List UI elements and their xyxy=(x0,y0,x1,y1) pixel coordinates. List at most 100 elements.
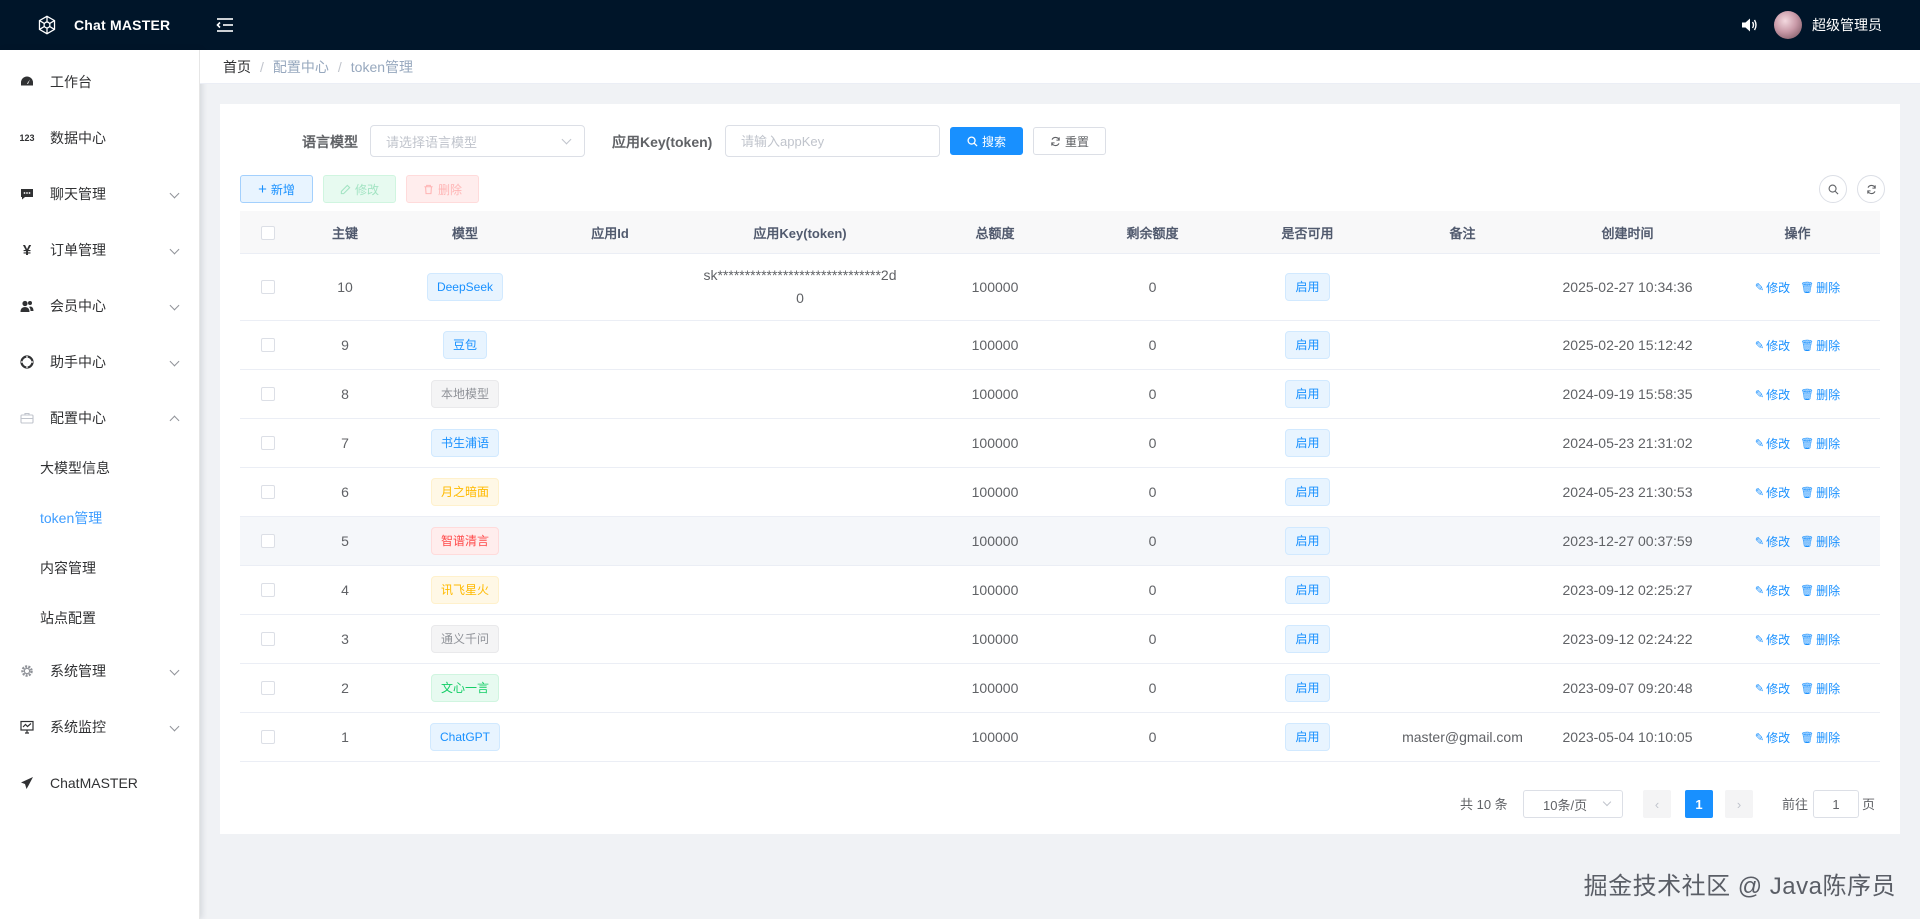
row-delete-link[interactable]: 🗑 删除 xyxy=(1800,631,1840,648)
cell-created: 2025-02-27 10:34:36 xyxy=(1562,279,1693,295)
row-delete-link[interactable]: 🗑 删除 xyxy=(1800,337,1840,354)
row-edit-link[interactable]: ✎ 修改 xyxy=(1755,533,1790,550)
row-delete-link[interactable]: 🗑 删除 xyxy=(1800,533,1840,550)
edit-icon xyxy=(340,184,351,194)
goto-page-input[interactable] xyxy=(1813,790,1859,818)
table-row[interactable]: 5 智谱清言 100000 0 启用 2023-12-27 00:37:59 ✎ 修改 🗑 删除 xyxy=(240,517,1880,566)
page-size-select[interactable]: 10条/页 xyxy=(1523,790,1623,818)
row-checkbox[interactable] xyxy=(260,338,275,352)
edit-icon: ✎ xyxy=(1754,682,1765,695)
cell-created: 2024-05-23 21:30:53 xyxy=(1562,484,1693,500)
next-page-button[interactable]: › xyxy=(1725,790,1753,818)
table-row[interactable]: 7 书生浦语 100000 0 启用 2024-05-23 21:31:02 ✎ 修改 🗑 删除 xyxy=(240,419,1880,468)
row-checkbox[interactable] xyxy=(260,681,275,695)
chat-icon xyxy=(21,189,33,200)
model-select[interactable]: 请选择语言模型 xyxy=(370,125,585,157)
row-checkbox[interactable] xyxy=(260,387,275,401)
row-edit-link[interactable]: ✎ 修改 xyxy=(1755,386,1790,403)
table-row[interactable]: 2 文心一言 100000 0 启用 2023-09-07 09:20:48 ✎ 修改 🗑 删除 xyxy=(240,664,1880,713)
toggle-search-button[interactable] xyxy=(1819,175,1847,203)
sidebar-item-label: 系统监控 xyxy=(50,719,106,735)
sidebar-item-chatmaster[interactable]: ChatMASTER xyxy=(0,755,200,811)
delete-button[interactable]: 删除 xyxy=(406,175,479,203)
reset-button[interactable]: 重置 xyxy=(1033,127,1106,155)
cell-remark xyxy=(1385,566,1540,614)
row-checkbox[interactable] xyxy=(260,485,275,499)
cell-actions: ✎ 修改 🗑 删除 xyxy=(1715,517,1880,565)
appkey-input[interactable] xyxy=(725,125,940,157)
table-row[interactable]: 10 DeepSeek sk****************************… xyxy=(240,254,1880,321)
speaker-icon[interactable] xyxy=(1740,16,1758,34)
row-checkbox[interactable] xyxy=(260,436,275,450)
row-checkbox[interactable] xyxy=(260,730,275,744)
row-delete-link[interactable]: 🗑 删除 xyxy=(1800,435,1840,452)
header-select-all[interactable] xyxy=(240,211,295,254)
sidebar-subitem-site[interactable]: 站点配置 xyxy=(0,593,200,643)
sidebar-item-members[interactable]: 会员中心 xyxy=(0,278,200,334)
search-icon xyxy=(1828,184,1838,194)
row-checkbox[interactable] xyxy=(260,280,275,294)
sidebar-item-data-center[interactable]: 123 数据中心 xyxy=(0,110,200,166)
row-delete-link[interactable]: 🗑 删除 xyxy=(1800,680,1840,697)
cell-created: 2023-09-12 02:24:22 xyxy=(1562,631,1693,647)
sidebar-subitem-token[interactable]: token管理 xyxy=(0,493,200,543)
cell-remark xyxy=(1385,468,1540,516)
sidebar-item-orders[interactable]: ¥ 订单管理 xyxy=(0,222,200,278)
sidebar-item-chat[interactable]: 聊天管理 xyxy=(0,166,200,222)
avatar[interactable] xyxy=(1774,11,1802,39)
page-number-current[interactable]: 1 xyxy=(1685,790,1713,818)
row-edit-link[interactable]: ✎ 修改 xyxy=(1755,680,1790,697)
cell-id: 9 xyxy=(341,337,349,353)
select-all-checkbox[interactable] xyxy=(260,225,275,240)
table-row[interactable]: 9 豆包 100000 0 启用 2025-02-20 15:12:42 ✎ 修改 🗑 删除 xyxy=(240,321,1880,370)
sidebar-subitem-models[interactable]: 大模型信息 xyxy=(0,443,200,493)
row-checkbox[interactable] xyxy=(260,583,275,597)
sidebar-item-system[interactable]: 系统管理 xyxy=(0,643,200,699)
table-row[interactable]: 3 通义千问 100000 0 启用 2023-09-12 02:24:22 ✎ 修改 🗑 删除 xyxy=(240,615,1880,664)
table-row[interactable]: 6 月之暗面 100000 0 启用 2024-05-23 21:30:53 ✎ 修改 🗑 删除 xyxy=(240,468,1880,517)
row-delete-link[interactable]: 🗑 删除 xyxy=(1800,729,1840,746)
cell-created: 2023-09-07 09:20:48 xyxy=(1562,680,1693,696)
sidebar-item-workbench[interactable]: 工作台 xyxy=(0,54,200,110)
username[interactable]: 超级管理员 xyxy=(1812,15,1882,35)
table-row[interactable]: 8 本地模型 100000 0 启用 2024-09-19 15:58:35 ✎ 修改 🗑 删除 xyxy=(240,370,1880,419)
cell-total: 100000 xyxy=(971,337,1019,353)
brand[interactable]: Chat MASTER xyxy=(0,0,200,50)
refresh-table-button[interactable] xyxy=(1857,175,1885,203)
row-delete-link[interactable]: 🗑 删除 xyxy=(1800,582,1840,599)
row-edit-link[interactable]: ✎ 修改 xyxy=(1755,337,1790,354)
row-delete-link[interactable]: 🗑 删除 xyxy=(1800,279,1840,296)
row-edit-link[interactable]: ✎ 修改 xyxy=(1755,582,1790,599)
search-button[interactable]: 搜索 xyxy=(950,127,1023,155)
row-edit-link[interactable]: ✎ 修改 xyxy=(1755,729,1790,746)
row-delete-link[interactable]: 🗑 删除 xyxy=(1800,484,1840,501)
edit-button[interactable]: 修改 xyxy=(323,175,396,203)
cell-remark xyxy=(1385,370,1540,418)
sidebar-item-monitor[interactable]: 系统监控 xyxy=(0,699,200,755)
cell-select xyxy=(240,419,295,467)
sidebar-subitem-content[interactable]: 内容管理 xyxy=(0,543,200,593)
header-token: 应用Key(token) xyxy=(753,226,847,241)
row-checkbox[interactable] xyxy=(260,632,275,646)
menu-fold-icon[interactable] xyxy=(216,17,234,33)
top-navbar: Chat MASTER 超级管理员 xyxy=(0,0,1920,50)
row-delete-link[interactable]: 🗑 删除 xyxy=(1800,386,1840,403)
cell-select xyxy=(240,664,295,712)
row-edit-link[interactable]: ✎ 修改 xyxy=(1755,279,1790,296)
row-checkbox[interactable] xyxy=(260,534,275,548)
sidebar-item-assistant[interactable]: 助手中心 xyxy=(0,334,200,390)
cell-id: 1 xyxy=(341,729,349,745)
row-edit-link[interactable]: ✎ 修改 xyxy=(1755,484,1790,501)
prev-page-button[interactable]: ‹ xyxy=(1643,790,1671,818)
table-row[interactable]: 4 讯飞星火 100000 0 启用 2023-09-12 02:25:27 ✎ 修改 🗑 删除 xyxy=(240,566,1880,615)
appkey-label: 应用Key(token) xyxy=(612,134,713,150)
breadcrumb-home[interactable]: 首页 xyxy=(223,57,251,77)
cell-remain: 0 xyxy=(1148,484,1157,500)
row-edit-link[interactable]: ✎ 修改 xyxy=(1755,631,1790,648)
cell-total: 100000 xyxy=(971,386,1019,402)
add-button[interactable]: + 新增 xyxy=(240,175,313,203)
row-edit-link[interactable]: ✎ 修改 xyxy=(1755,435,1790,452)
table-row[interactable]: 1 ChatGPT 100000 0 启用 master@gmail.com 2023-05… xyxy=(240,713,1880,762)
sidebar-item-config[interactable]: 配置中心 xyxy=(0,390,200,446)
trash-icon: 🗑 xyxy=(1800,339,1815,352)
